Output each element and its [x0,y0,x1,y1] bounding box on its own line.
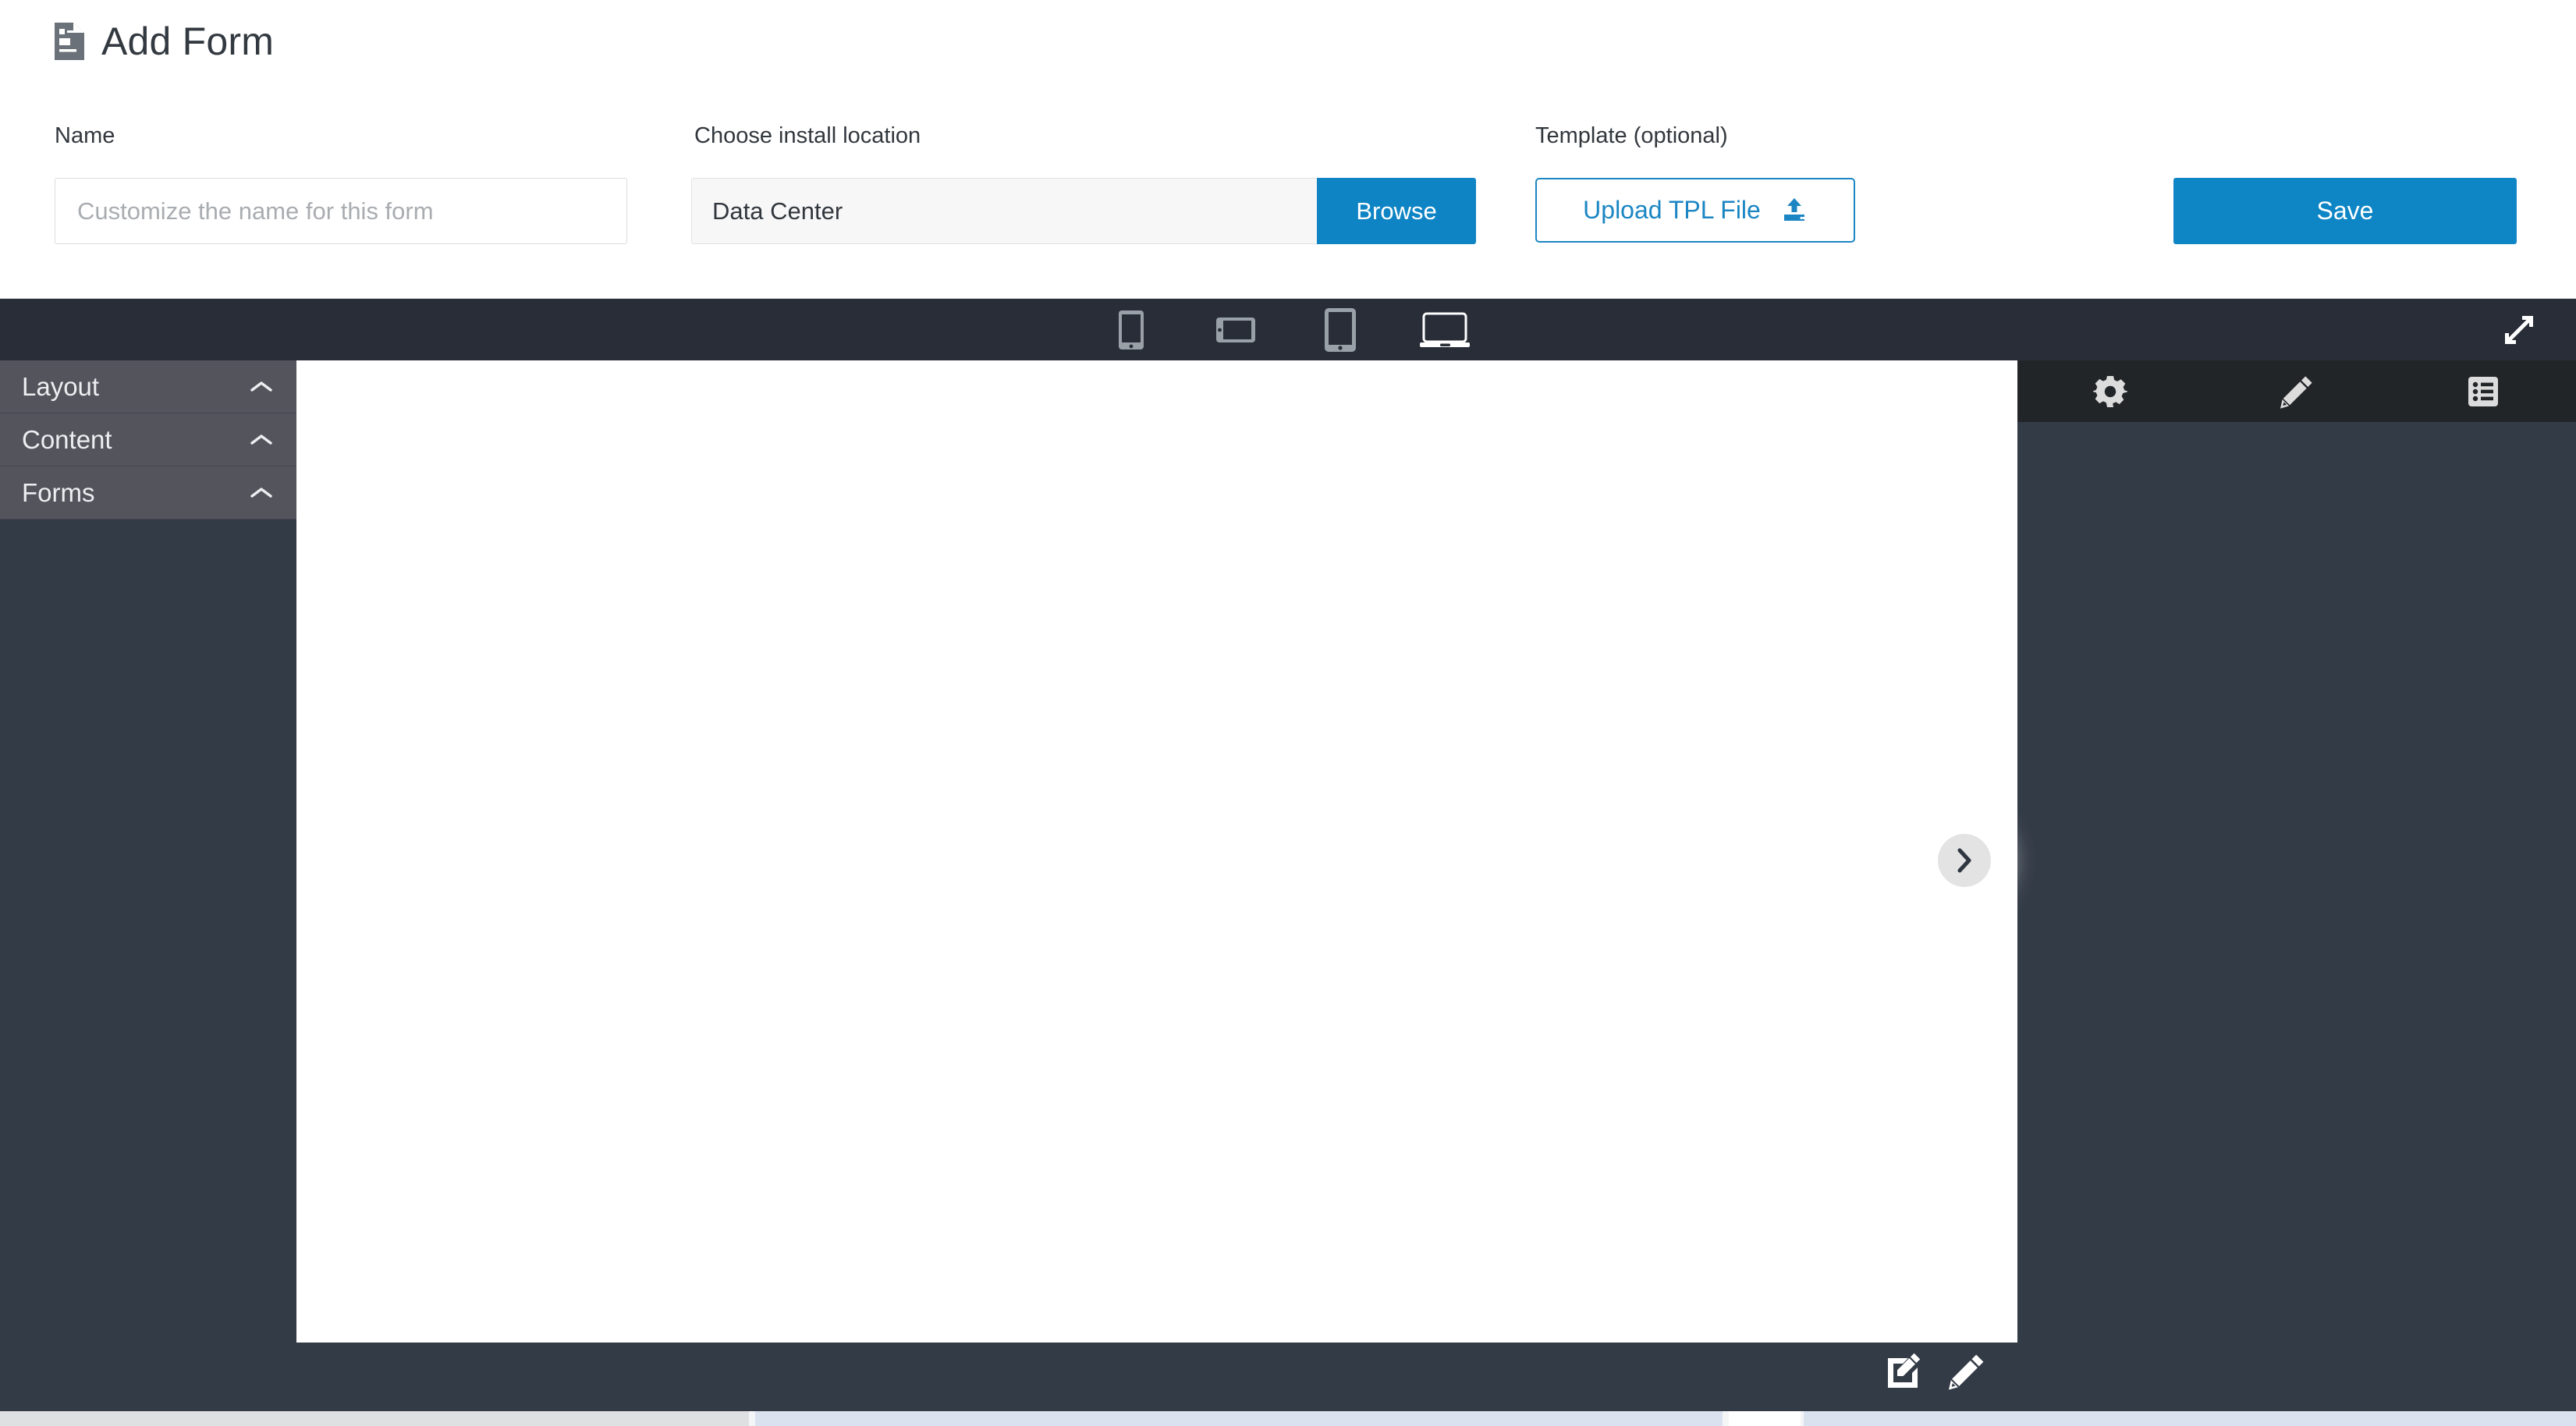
template-label: Template (optional) [1535,123,1728,148]
editor-tool-strip [2017,360,2576,422]
mobile-portrait-icon [1119,310,1144,349]
name-input[interactable] [55,178,627,244]
pencil-icon [2280,375,2312,409]
device-mobile-landscape-button[interactable] [1183,299,1288,360]
upload-icon [1783,197,1805,221]
device-preview-toolbar [0,299,2576,360]
strip-segment [1729,1411,1801,1426]
gear-icon [2093,375,2128,407]
pencil-square-icon [1888,1353,1921,1388]
sidebar-item-content-label: Content [22,425,112,454]
desktop-icon [1420,312,1470,347]
install-location-value[interactable]: Data Center [691,178,1317,244]
sidebar-item-forms[interactable]: Forms [0,466,296,520]
sidebar-item-layout-label: Layout [22,372,100,401]
browse-button[interactable]: Browse [1317,178,1476,244]
expand-preview-button[interactable] [2484,299,2554,360]
edit-pencil-button[interactable] [1946,1350,1988,1392]
mobile-landscape-icon [1216,317,1255,342]
device-mobile-portrait-button[interactable] [1079,299,1183,360]
strip-segment [1804,1411,2576,1426]
sidebar-item-content[interactable]: Content [0,413,296,466]
editor-shell: Layout Content Forms [0,299,2576,1411]
page-title-row: Add Form [51,22,274,61]
pencil-icon [1949,1354,1984,1390]
save-button[interactable]: Save [2173,178,2517,244]
chevron-up-icon [250,434,272,445]
settings-button[interactable] [2017,360,2204,422]
canvas-bottom-tools [1883,1350,1988,1392]
page-header: Add Form Name Choose install location Da… [0,0,2576,299]
expand-arrows-icon [2505,315,2533,344]
canvas-next-button[interactable] [1938,834,1991,887]
device-tablet-portrait-button[interactable] [1288,299,1393,360]
form-canvas[interactable] [296,360,2017,1343]
strip-segment [755,1411,1723,1426]
list-button[interactable] [2390,360,2576,422]
strip-segment [0,1411,749,1426]
sidebar-item-layout[interactable]: Layout [0,360,296,413]
edit-box-button[interactable] [1883,1350,1925,1392]
install-location-group: Data Center Browse [691,178,1476,244]
name-field-label: Name [55,123,115,148]
sidebar-item-forms-label: Forms [22,478,95,507]
page-title: Add Form [101,20,275,63]
editor-sidebar: Layout Content Forms [0,360,296,1411]
edit-button[interactable] [2204,360,2390,422]
chevron-up-icon [250,381,272,392]
document-form-icon [55,23,84,60]
upload-tpl-file-button[interactable]: Upload TPL File [1535,178,1855,243]
list-icon [2468,376,2498,406]
page-bottom-strip [0,1411,2576,1426]
chevron-right-icon [1957,848,1971,873]
upload-tpl-file-label: Upload TPL File [1583,196,1761,224]
chevron-up-icon [250,487,272,498]
tablet-portrait-icon [1325,307,1356,352]
device-desktop-button[interactable] [1393,299,1497,360]
install-location-label: Choose install location [694,123,921,148]
